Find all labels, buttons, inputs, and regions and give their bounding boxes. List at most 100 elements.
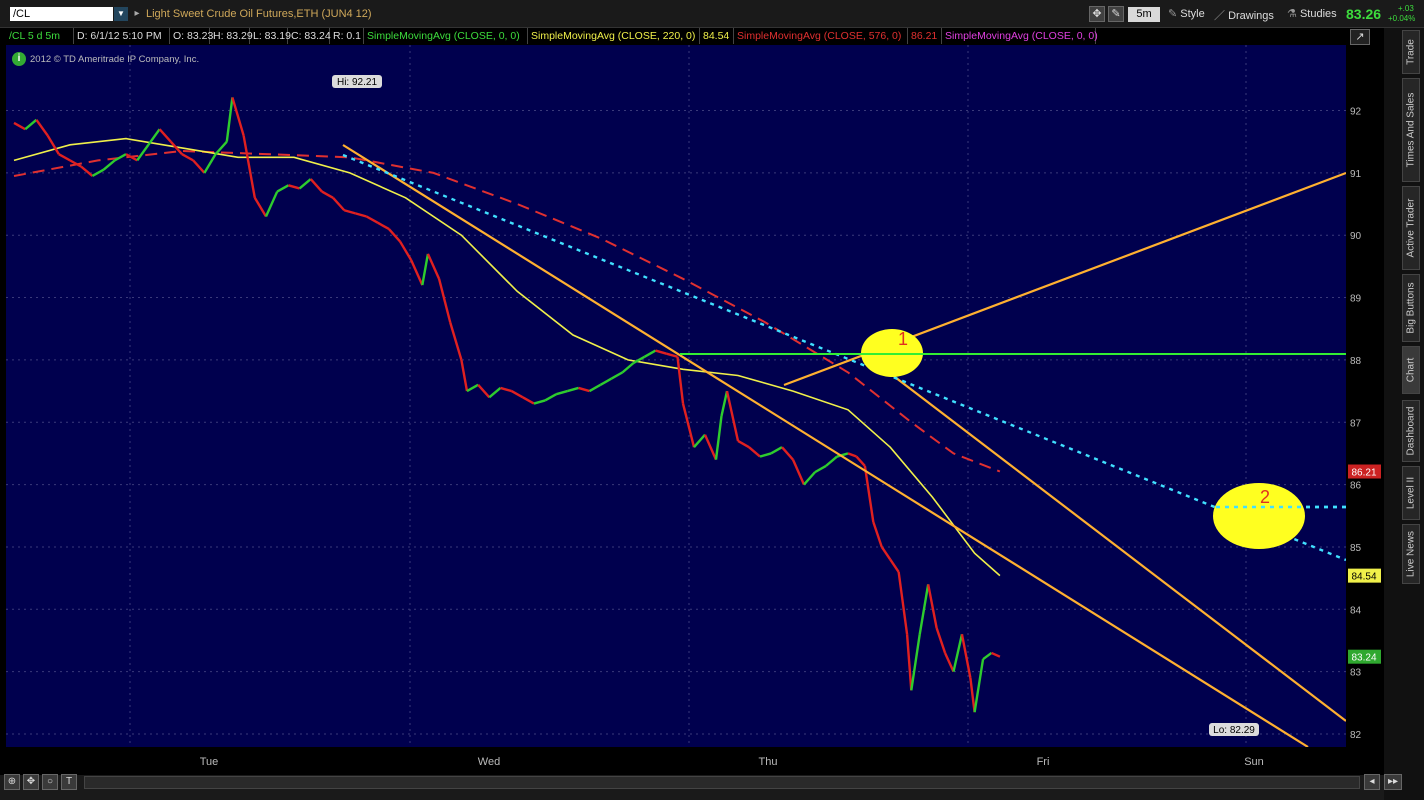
x-tick-label: Thu: [759, 756, 778, 768]
info-cell: L: 83.19: [250, 28, 291, 44]
marker-label: 2: [1260, 487, 1270, 507]
info-cell: 86.21: [908, 28, 942, 44]
tab-label: Dashboard: [1405, 406, 1417, 456]
info-cell: SimpleMovingAvg (CLOSE, 576, 0): [734, 28, 908, 44]
price-segment: [720, 390, 729, 417]
style-label: Style: [1180, 8, 1205, 20]
timeframe-selector[interactable]: 5m: [1128, 7, 1160, 22]
price-segment: [825, 455, 838, 467]
info-cell: /CL 5 d 5m: [6, 28, 74, 44]
highlight-circle-2: [1213, 483, 1305, 549]
price-segment: [460, 359, 469, 392]
price-segment: [58, 153, 71, 162]
wrench-icon[interactable]: ✎: [1108, 6, 1124, 22]
price-segment: [737, 439, 750, 449]
price-segment: [91, 168, 105, 178]
price-segment: [511, 390, 524, 399]
price-segment: [298, 178, 312, 190]
price-segment: [231, 97, 245, 136]
crosshair-icon[interactable]: ✥: [1089, 6, 1105, 22]
y-tick-label: 82: [1350, 730, 1362, 741]
price-segment: [676, 356, 685, 404]
y-tick-label: 85: [1350, 543, 1362, 554]
symbol-menu-icon[interactable]: ▸: [131, 7, 143, 21]
price-segment: [421, 253, 430, 286]
price-segment: [599, 377, 613, 386]
tab-live-news[interactable]: Live News: [1402, 524, 1420, 584]
studies-label: Studies: [1299, 8, 1337, 20]
price-segment: [488, 387, 502, 399]
low-label: Lo: 82.29: [1213, 725, 1255, 736]
right-panel: Trade Times And Sales Active Trader Big But…: [1384, 28, 1424, 800]
info-icon[interactable]: i: [12, 52, 26, 66]
trendline-lower[interactable]: [342, 144, 1309, 748]
trendline-guide[interactable]: [343, 145, 1346, 723]
y-tick-label: 92: [1350, 107, 1362, 118]
price-segment: [24, 118, 38, 131]
price-segment: [203, 153, 217, 174]
price-segment: [791, 459, 806, 486]
tab-chart[interactable]: Chart: [1402, 346, 1420, 394]
tab-active-trader[interactable]: Active Trader: [1402, 186, 1420, 270]
tab-times-and-sales[interactable]: Times And Sales: [1402, 78, 1420, 182]
style-button[interactable]: ✎ Style: [1168, 7, 1205, 20]
price-segment: [253, 197, 268, 218]
dotted-trendline[interactable]: [342, 153, 1347, 562]
price-segment: [910, 634, 921, 691]
price-segment: [276, 184, 289, 193]
info-cell: D: 6/1/12 5:10 PM: [74, 28, 170, 44]
chart-area[interactable]: Hi: 92.21 Lo: 82.29 1 2: [6, 45, 1347, 748]
price-segment: [264, 191, 279, 217]
studies-icon: ⚗: [1287, 8, 1297, 20]
scroll-right-icon[interactable]: ▸▸: [1384, 774, 1402, 790]
y-tick-label: 91: [1350, 169, 1362, 180]
price-label: 86.21: [1351, 468, 1376, 479]
price-segment: [192, 159, 206, 174]
price-segment: [952, 633, 964, 672]
price-segment: [714, 415, 723, 460]
price-segment: [309, 178, 323, 193]
copyright-text: 2012 © TD Ameritrade IP Company, Inc.: [30, 54, 200, 65]
price-segment: [321, 190, 334, 199]
horizontal-scrollbar[interactable]: [84, 776, 1360, 789]
studies-button[interactable]: ⚗ Studies: [1287, 7, 1337, 20]
info-cell: 84.54: [700, 28, 734, 44]
tab-dashboard[interactable]: Dashboard: [1402, 400, 1420, 462]
price-segment: [897, 571, 909, 635]
price-segment: [666, 352, 678, 358]
price-segment: [158, 128, 172, 143]
symbol-input[interactable]: /CL: [10, 7, 113, 21]
price-segment: [242, 135, 256, 199]
zoom-in-icon[interactable]: ⊕: [4, 774, 20, 790]
drawings-label: Drawings: [1228, 10, 1274, 22]
magnifier-icon[interactable]: ○: [42, 774, 58, 790]
info-cell: O: 83.23: [170, 28, 213, 44]
price-segment: [35, 119, 49, 137]
tab-label: Times And Sales: [1405, 92, 1417, 168]
time-axis-svg: Tue Wed Thu Fri Sun: [200, 756, 1264, 768]
text-tool-icon[interactable]: T: [61, 774, 77, 790]
price-segment: [880, 546, 892, 561]
tab-big-buttons[interactable]: Big Buttons: [1402, 274, 1420, 342]
symbol-description: Light Sweet Crude Oil Futures,ETH (JUN4 …: [146, 8, 372, 20]
drawings-icon: ／: [1214, 10, 1225, 22]
drawings-button[interactable]: ／ Drawings: [1214, 7, 1274, 23]
symbol-dropdown-icon[interactable]: ▼: [114, 7, 128, 21]
draw-tool-icon[interactable]: ↗: [1350, 29, 1370, 45]
price-segment: [426, 253, 441, 280]
time-axis: Tue Wed Thu Fri Sun: [0, 747, 1384, 775]
price-label: 84.54: [1351, 572, 1376, 583]
price-axis-svg: 82 83 84 85 86 87 88 89 90 91 92 86.21 84.54 83.24: [1348, 107, 1381, 741]
y-tick-label: 87: [1350, 418, 1362, 429]
pan-icon[interactable]: ✥: [23, 774, 39, 790]
high-label: Hi: 92.21: [337, 77, 377, 88]
scroll-left-icon[interactable]: ◂: [1364, 774, 1380, 790]
price-segment: [725, 390, 740, 442]
style-icon: ✎: [1168, 8, 1178, 20]
tab-level-ii[interactable]: Level II: [1402, 466, 1420, 520]
tab-trade[interactable]: Trade: [1402, 30, 1420, 74]
price-segment: [225, 97, 234, 142]
y-tick-label: 84: [1350, 605, 1362, 616]
price-segment: [588, 383, 602, 393]
tab-label: Live News: [1405, 530, 1417, 578]
